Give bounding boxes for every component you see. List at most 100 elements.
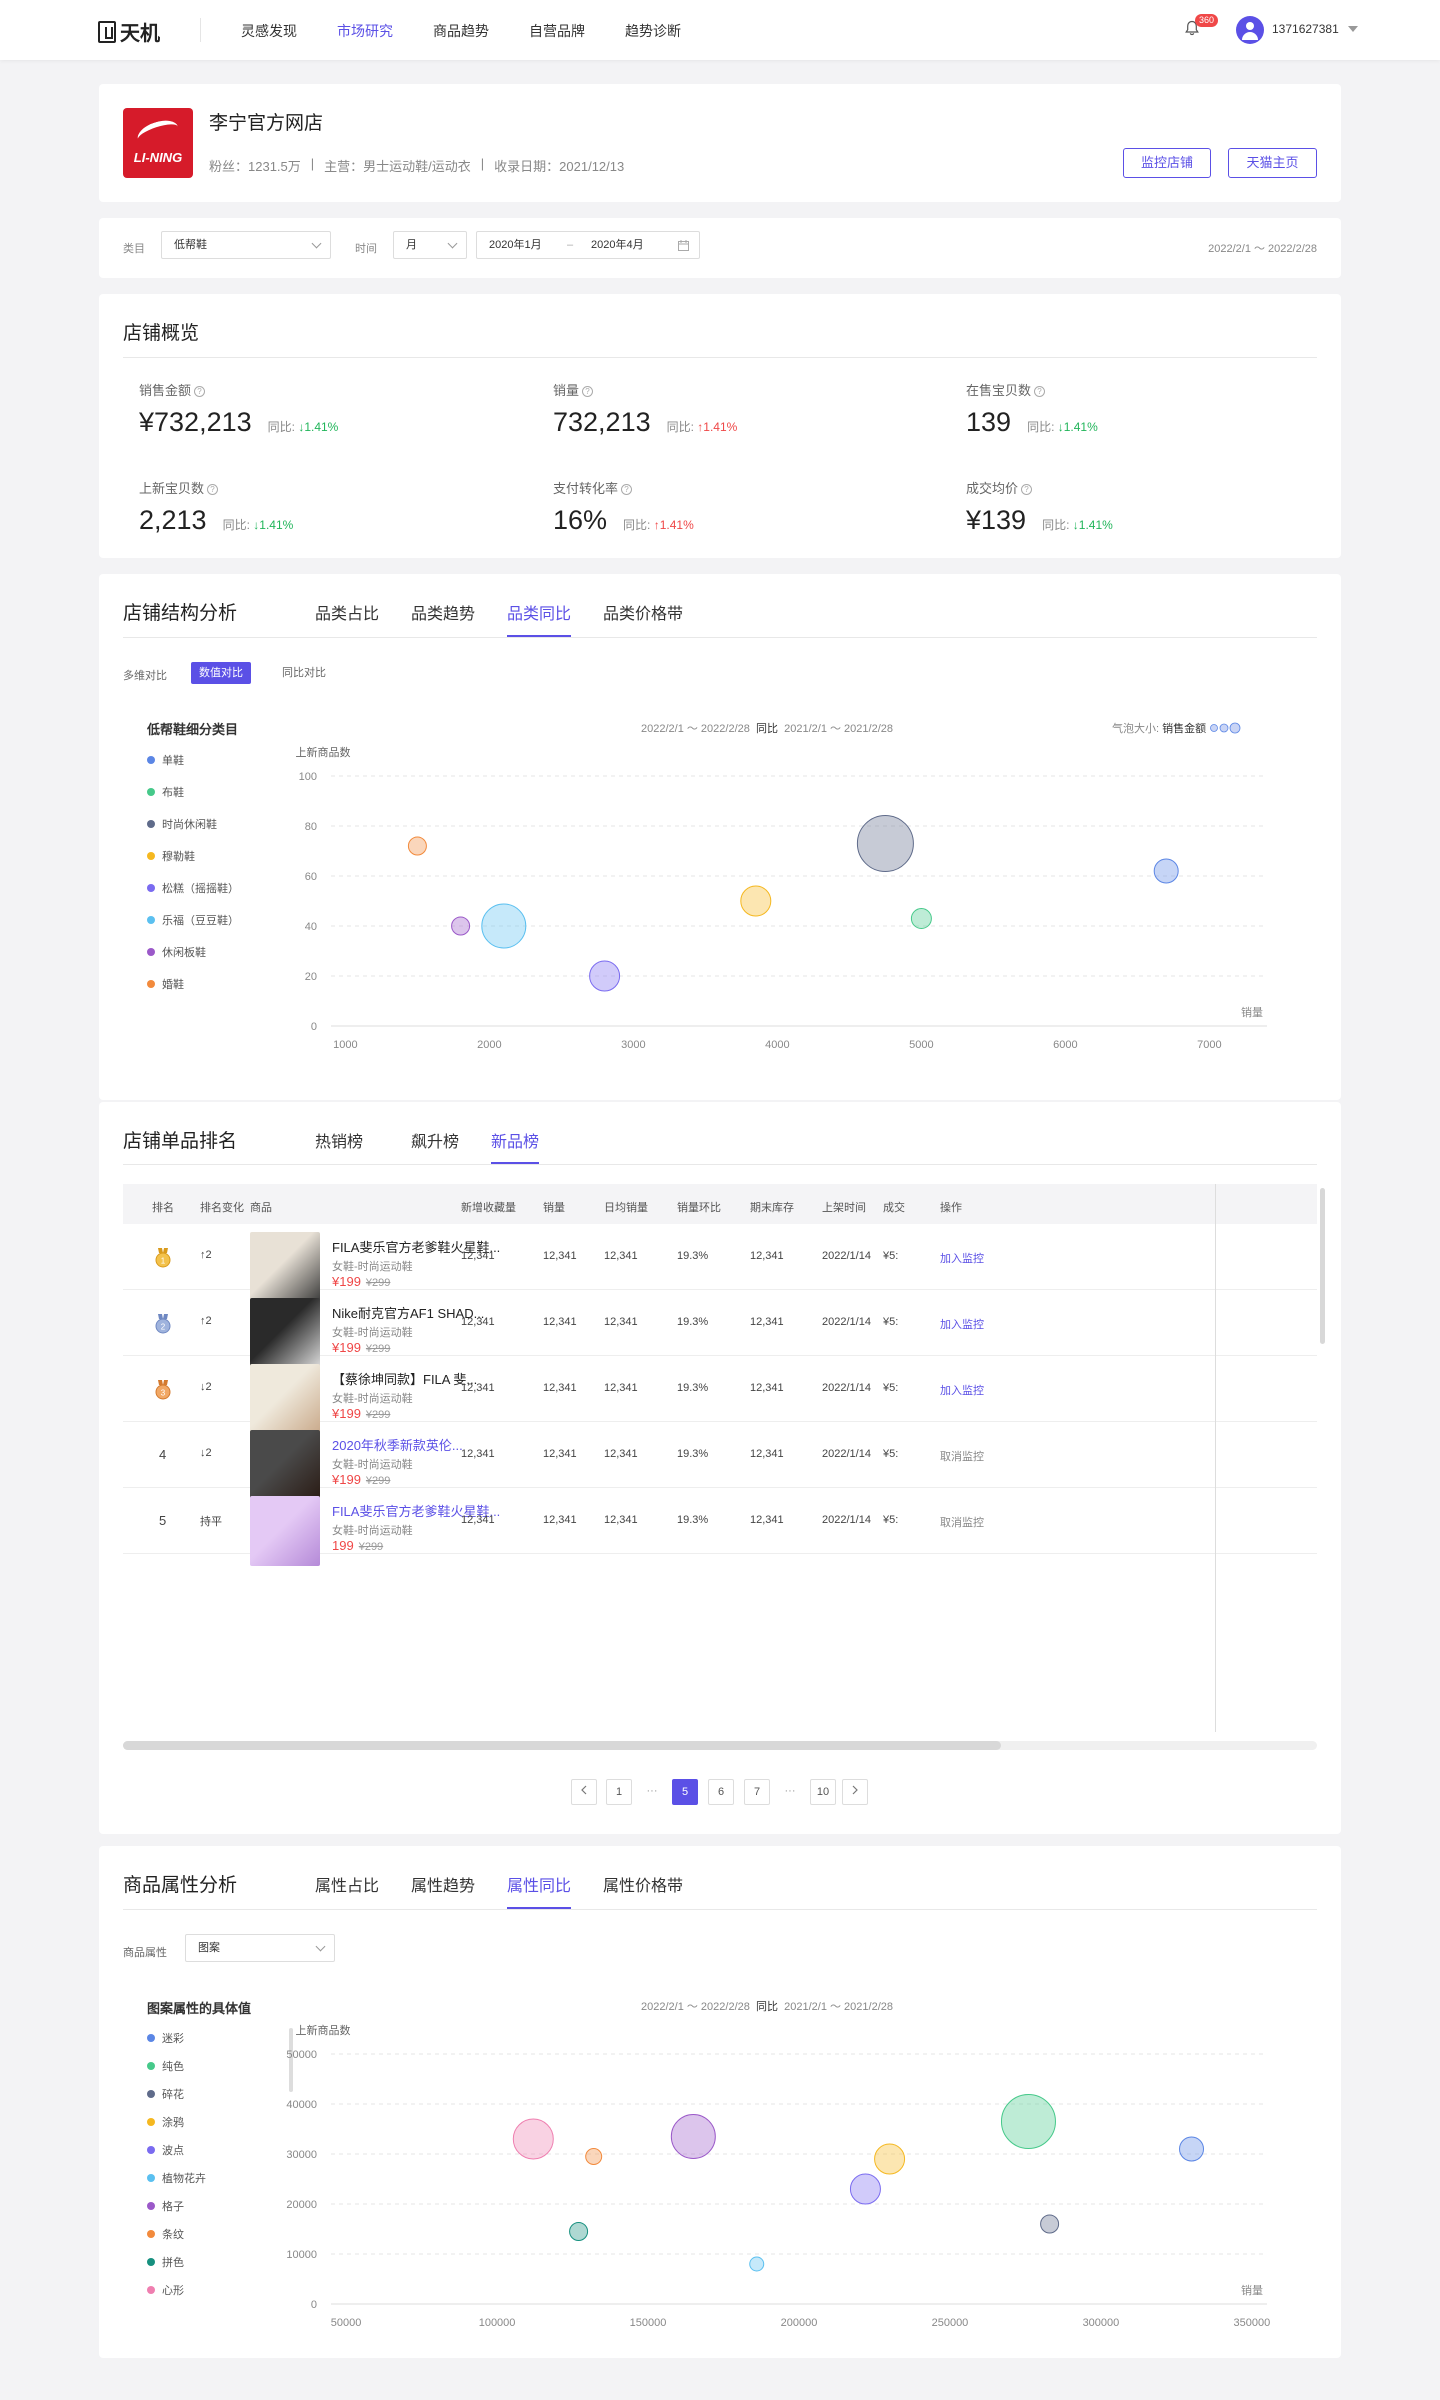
legend-item[interactable]: 穆勒鞋	[147, 848, 195, 864]
kpi-change-value: ↓1.41%	[1057, 420, 1098, 434]
legend-item[interactable]: 涂鸦	[147, 2114, 184, 2130]
legend-item[interactable]: 休闲板鞋	[147, 944, 206, 960]
kpi-change: 同比: ↓1.41%	[223, 516, 294, 533]
help-icon[interactable]: ?	[621, 484, 633, 495]
kpi-value: 16%	[553, 505, 608, 535]
product-image[interactable]	[250, 1496, 320, 1566]
tab-attribute-price-band[interactable]: 属性价格带	[603, 1872, 683, 1896]
y-tick-label: 30000	[286, 2149, 317, 2161]
legend-item[interactable]: 波点	[147, 2142, 184, 2158]
legend-item[interactable]: 乐福（豆豆鞋）	[147, 912, 239, 928]
legend-item[interactable]: 植物花卉	[147, 2170, 206, 2186]
date-range-picker[interactable]: 2020年1月 – 2020年4月	[476, 231, 700, 259]
tab-attribute-yoy[interactable]: 属性同比	[507, 1872, 571, 1896]
legend-item[interactable]: 格子	[147, 2198, 184, 2214]
compare-label: 多维对比	[123, 670, 167, 682]
add-monitor-link[interactable]: 加入监控	[940, 1316, 984, 1332]
daily-sales: 12,341	[604, 1382, 638, 1394]
chevron-down-icon[interactable]	[1348, 26, 1358, 32]
product-price: ¥199 ¥299	[332, 1340, 390, 1355]
page-button[interactable]: 1	[606, 1779, 632, 1805]
data-point	[670, 2114, 716, 2159]
monitor-shop-button[interactable]: 监控店铺	[1123, 148, 1211, 178]
th-sales-mom: 销量环比	[677, 1202, 721, 1214]
tab-hot-sellers[interactable]: 热销榜	[315, 1128, 363, 1152]
data-point	[585, 2148, 603, 2165]
nav-item-own-brand[interactable]: 自营品牌	[529, 21, 585, 41]
product-name[interactable]: 2020年秋季新款英伦...	[332, 1435, 463, 1454]
x-tick-label: 350000	[1234, 2317, 1271, 2329]
x-tick-label: 100000	[479, 2317, 516, 2329]
add-monitor-link[interactable]: 加入监控	[940, 1250, 984, 1266]
nav-item-product-trends[interactable]: 商品趋势	[433, 21, 489, 41]
horizontal-scrollbar[interactable]	[123, 1741, 1001, 1750]
kpi-change: 同比: ↓1.41%	[1042, 516, 1113, 533]
add-monitor-link[interactable]: 加入监控	[940, 1382, 984, 1398]
username[interactable]: 1371627381	[1272, 22, 1339, 36]
nav-item-market-research[interactable]: 市场研究	[337, 21, 393, 41]
tab-attribute-share[interactable]: 属性占比	[315, 1872, 379, 1896]
legend-item[interactable]: 心形	[147, 2282, 184, 2298]
page-button[interactable]: 5	[672, 1779, 698, 1805]
tab-category-price-band[interactable]: 品类价格带	[603, 600, 683, 624]
original-price: ¥299	[365, 1343, 391, 1355]
unmonitor-link[interactable]: 取消监控	[940, 1448, 984, 1464]
chevron-left-icon	[581, 1785, 587, 1795]
tab-category-share[interactable]: 品类占比	[315, 600, 379, 624]
tmall-home-button[interactable]: 天猫主页	[1228, 148, 1317, 178]
legend-scrollbar[interactable]	[289, 2028, 293, 2092]
attribute-select[interactable]: 图案	[185, 1934, 335, 1962]
legend-item[interactable]: 布鞋	[147, 784, 184, 800]
app-logo[interactable]: 天机	[98, 17, 160, 46]
avatar[interactable]	[1236, 16, 1264, 44]
sales-mom: 19.3%	[677, 1448, 709, 1460]
tab-new-products[interactable]: 新品榜	[491, 1128, 539, 1152]
nav-item-trend-diagnosis[interactable]: 趋势诊断	[625, 21, 681, 41]
legend-title: 低帮鞋细分类目	[147, 722, 239, 737]
help-icon[interactable]: ?	[1021, 484, 1033, 495]
period-select[interactable]: 月	[393, 231, 467, 259]
legend-item[interactable]: 拼色	[147, 2254, 184, 2270]
next-page-button[interactable]	[842, 1779, 868, 1805]
page-button[interactable]: 7	[744, 1779, 770, 1805]
tab-rising[interactable]: 飙升榜	[411, 1128, 459, 1152]
product-name[interactable]: 【蔡徐坤同款】FILA 斐...	[332, 1369, 477, 1388]
help-icon[interactable]: ?	[207, 484, 219, 495]
help-icon[interactable]: ?	[1034, 386, 1046, 397]
legend-item[interactable]: 条纹	[147, 2226, 184, 2242]
help-icon[interactable]: ?	[582, 386, 594, 397]
yoy-compare-button[interactable]: 同比对比	[274, 662, 334, 684]
th-new-favorites: 新增收藏量	[461, 1202, 516, 1214]
x-tick-label: 2000	[477, 1039, 501, 1051]
prev-page-button[interactable]	[571, 1779, 597, 1805]
unmonitor-link[interactable]: 取消监控	[940, 1514, 984, 1530]
product-category: 女鞋-时尚运动鞋	[332, 1393, 413, 1405]
legend-item[interactable]: 婚鞋	[147, 976, 184, 992]
legend-item[interactable]: 碎花	[147, 2086, 184, 2102]
tab-category-trend[interactable]: 品类趋势	[411, 600, 475, 624]
category-select[interactable]: 低帮鞋	[161, 231, 331, 259]
tab-category-yoy[interactable]: 品类同比	[507, 600, 571, 624]
vertical-scrollbar[interactable]	[1320, 1188, 1325, 1344]
page-button[interactable]: 10	[810, 1779, 836, 1805]
category-bubble-chart: 0 20 40 60 80 100 1000 2000 3000 4000 5000 6000 7000…	[296, 745, 1267, 1051]
legend-item[interactable]: 时尚休闲鞋	[147, 816, 217, 832]
svg-text:1: 1	[161, 1257, 166, 1266]
nav-item-inspiration[interactable]: 灵感发现	[241, 21, 297, 41]
value-compare-button[interactable]: 数值对比	[191, 662, 251, 684]
page-button[interactable]: 6	[708, 1779, 734, 1805]
chart-date-caption: 2022/2/1 ～ 2022/2/28 同比 2021/2/1 ～ 2021/…	[641, 1998, 893, 2014]
y-tick-label: 0	[311, 2299, 317, 2311]
notification-badge: 360	[1195, 14, 1219, 27]
legend-dot-icon	[147, 2258, 155, 2266]
legend-item[interactable]: 迷彩	[147, 2030, 184, 2046]
legend-item[interactable]: 松糕（摇摇鞋）	[147, 880, 239, 896]
meta-separator: |	[310, 156, 315, 171]
legend-item[interactable]: 纯色	[147, 2058, 184, 2074]
kpi-change: 同比: ↑1.41%	[623, 516, 694, 533]
kpi-label: 销量?	[553, 380, 737, 399]
sales: 12,341	[543, 1250, 577, 1262]
legend-item[interactable]: 单鞋	[147, 752, 184, 768]
help-icon[interactable]: ?	[194, 386, 206, 397]
tab-attribute-trend[interactable]: 属性趋势	[411, 1872, 475, 1896]
